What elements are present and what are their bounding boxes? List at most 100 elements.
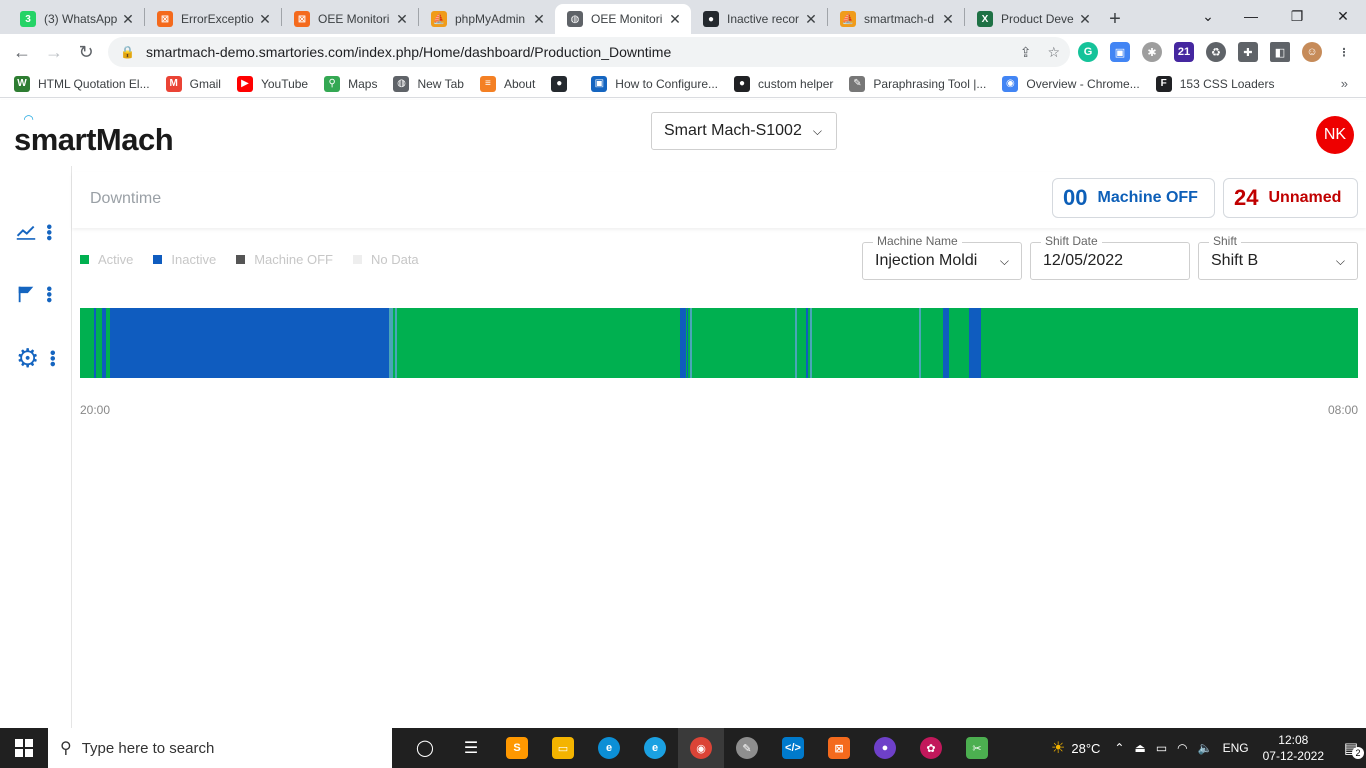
timeline-segment-transition[interactable] (389, 308, 394, 378)
puzzle-icon[interactable]: ✚ (1238, 42, 1258, 62)
timeline-segment-inactive[interactable] (680, 308, 686, 378)
file-explorer-icon[interactable]: ▭ (540, 728, 586, 768)
bookmark-item[interactable]: ⚲ Maps (324, 75, 377, 92)
bookmark-item[interactable]: ◍ New Tab (393, 75, 464, 92)
xampp-icon[interactable]: ⊠ (816, 728, 862, 768)
recycle-icon[interactable]: ♻ (1206, 42, 1226, 62)
bookmark-item[interactable]: ✎ Paraphrasing Tool |... (849, 75, 986, 92)
screencast-icon[interactable]: ▣ (1110, 42, 1130, 62)
snipping-tool-icon[interactable]: ✂ (954, 728, 1000, 768)
task-view-icon[interactable]: ◯ (402, 728, 448, 768)
timeline-segment-inactive[interactable] (686, 308, 688, 378)
chrome-icon[interactable]: ◉ (678, 728, 724, 768)
back-button[interactable]: ← (6, 36, 38, 68)
wifi-tray-icon[interactable]: ◠ (1177, 741, 1187, 755)
sidepanel-icon[interactable]: ◧ (1270, 42, 1290, 62)
battery-icon[interactable]: ▭ (1156, 741, 1167, 755)
timeline-segment-inactive[interactable] (101, 308, 106, 378)
address-bar[interactable]: 🔒 smartmach-demo.smartories.com/index.ph… (108, 37, 1070, 67)
sublime-icon[interactable]: S (494, 728, 540, 768)
machine-off-card[interactable]: 00 Machine OFF (1052, 178, 1215, 218)
timeline-segment-inactive[interactable] (943, 308, 950, 378)
browser-tab[interactable]: ● Inactive recor ✕ (691, 4, 827, 34)
browser-tab[interactable]: 3 (3) WhatsApp ✕ (8, 4, 144, 34)
new-tab-button[interactable]: + (1101, 4, 1129, 34)
machine-selector[interactable]: Smart Mach-S1002 ⌵ (651, 112, 837, 150)
edge-icon[interactable]: e (586, 728, 632, 768)
timeline-segment-transition[interactable] (919, 308, 922, 378)
tab-search-icon[interactable]: ⌄ (1188, 0, 1228, 32)
bookmark-item[interactable]: ● (551, 75, 575, 92)
notification-center-icon[interactable]: ▤ 2 (1336, 739, 1366, 759)
legend-item[interactable]: Machine OFF (236, 252, 333, 267)
close-tab-icon[interactable]: ✕ (940, 11, 956, 28)
unnamed-card[interactable]: 24 Unnamed (1223, 178, 1358, 218)
minimize-button[interactable]: — (1228, 0, 1274, 32)
sidebar-item-settings[interactable]: ⚙ ••• (16, 344, 60, 372)
browser-tab[interactable]: ⊠ ErrorExceptio ✕ (145, 4, 281, 34)
forward-button[interactable]: → (38, 36, 70, 68)
bookmark-item[interactable]: F 153 CSS Loaders (1155, 75, 1274, 92)
downtime-timeline[interactable] (80, 308, 1358, 378)
usb-icon[interactable]: ⏏ (1134, 741, 1145, 755)
timeline-segment-inactive[interactable] (968, 308, 981, 378)
vscode-icon[interactable]: </> (770, 728, 816, 768)
bookmark-item[interactable]: ≡ About (479, 75, 535, 92)
browser-tab[interactable]: ⛵ smartmach-d ✕ (828, 4, 964, 34)
profile-avatar[interactable]: ☺ (1302, 42, 1322, 62)
windows-start-icon[interactable] (0, 728, 48, 768)
close-tab-icon[interactable]: ✕ (531, 11, 547, 28)
widgets-icon[interactable]: ☰ (448, 728, 494, 768)
timeline-segment-inactive[interactable] (806, 308, 808, 378)
paint-icon[interactable]: ✎ (724, 728, 770, 768)
grammarly-icon[interactable]: G (1078, 42, 1098, 62)
extension-badge-icon[interactable]: 21 (1174, 42, 1194, 62)
reload-button[interactable]: ↻ (70, 36, 102, 68)
sidebar-item-analytics[interactable]: ••• (16, 218, 57, 246)
browser-tab[interactable]: ◍ OEE Monitori ✕ (555, 4, 691, 34)
share-icon[interactable]: ⇪ (1020, 44, 1032, 61)
legend-item[interactable]: Active (80, 252, 133, 267)
bookmark-item[interactable]: M Gmail (165, 75, 221, 92)
github-desktop-icon[interactable]: ● (862, 728, 908, 768)
close-tab-icon[interactable]: ✕ (120, 11, 136, 28)
shift-date-input[interactable]: Shift Date 12/05/2022 (1030, 234, 1190, 280)
close-tab-icon[interactable]: ✕ (394, 11, 410, 28)
browser-tab[interactable]: ⊠ OEE Monitori ✕ (282, 4, 418, 34)
restore-button[interactable]: ❐ (1274, 0, 1320, 32)
timeline-segment-inactive[interactable] (110, 308, 390, 378)
timeline-segment-inactive[interactable] (93, 308, 96, 378)
timeline-segment-transition[interactable] (809, 308, 813, 378)
machine-name-select[interactable]: Machine Name Injection Moldi ⌵ (862, 234, 1022, 280)
sidebar-item-downtime[interactable]: ••• (16, 280, 57, 308)
browser-tab[interactable]: X Product Deve ✕ (965, 4, 1101, 34)
legend-item[interactable]: Inactive (153, 252, 216, 267)
timeline-segment-transition[interactable] (689, 308, 693, 378)
close-tab-icon[interactable]: ✕ (1077, 11, 1093, 28)
close-tab-icon[interactable]: ✕ (803, 11, 819, 28)
bookmark-item[interactable]: ◉ Overview - Chrome... (1002, 75, 1140, 92)
bookmark-item[interactable]: ▶ YouTube (236, 75, 308, 92)
weather-temp[interactable]: 28°C (1071, 741, 1100, 756)
close-tab-icon[interactable]: ✕ (667, 11, 683, 28)
menu-icon[interactable]: ⋮ (1334, 42, 1354, 62)
bookmark-item[interactable]: ▣ How to Configure... (591, 75, 718, 92)
bookmark-star-icon[interactable]: ☆ (1047, 44, 1060, 61)
chevron-up-icon[interactable]: ⌃ (1114, 741, 1124, 755)
close-tab-icon[interactable]: ✕ (257, 11, 273, 28)
paint-3d-icon[interactable]: ✿ (908, 728, 954, 768)
volume-icon[interactable]: 🔈 (1198, 741, 1213, 755)
smartmach-logo[interactable]: ◠ smartMach (14, 112, 174, 158)
timeline-segment-transition[interactable] (395, 308, 398, 378)
bookmark-item[interactable]: W HTML Quotation El... (14, 75, 150, 92)
bookmark-item[interactable]: ● custom helper (734, 75, 833, 92)
language-indicator[interactable]: ENG (1223, 741, 1249, 755)
taskbar-search[interactable]: ⚲ Type here to search (48, 728, 392, 768)
clock[interactable]: 12:08 07-12-2022 (1263, 732, 1324, 764)
more-bookmarks-icon[interactable]: » (1341, 76, 1348, 91)
shift-select[interactable]: Shift Shift B ⌵ (1198, 234, 1358, 280)
bug-icon[interactable]: ✱ (1142, 42, 1162, 62)
close-window-button[interactable]: ✕ (1320, 0, 1366, 32)
user-avatar[interactable]: NK (1316, 116, 1354, 154)
legend-item[interactable]: No Data (352, 252, 419, 267)
